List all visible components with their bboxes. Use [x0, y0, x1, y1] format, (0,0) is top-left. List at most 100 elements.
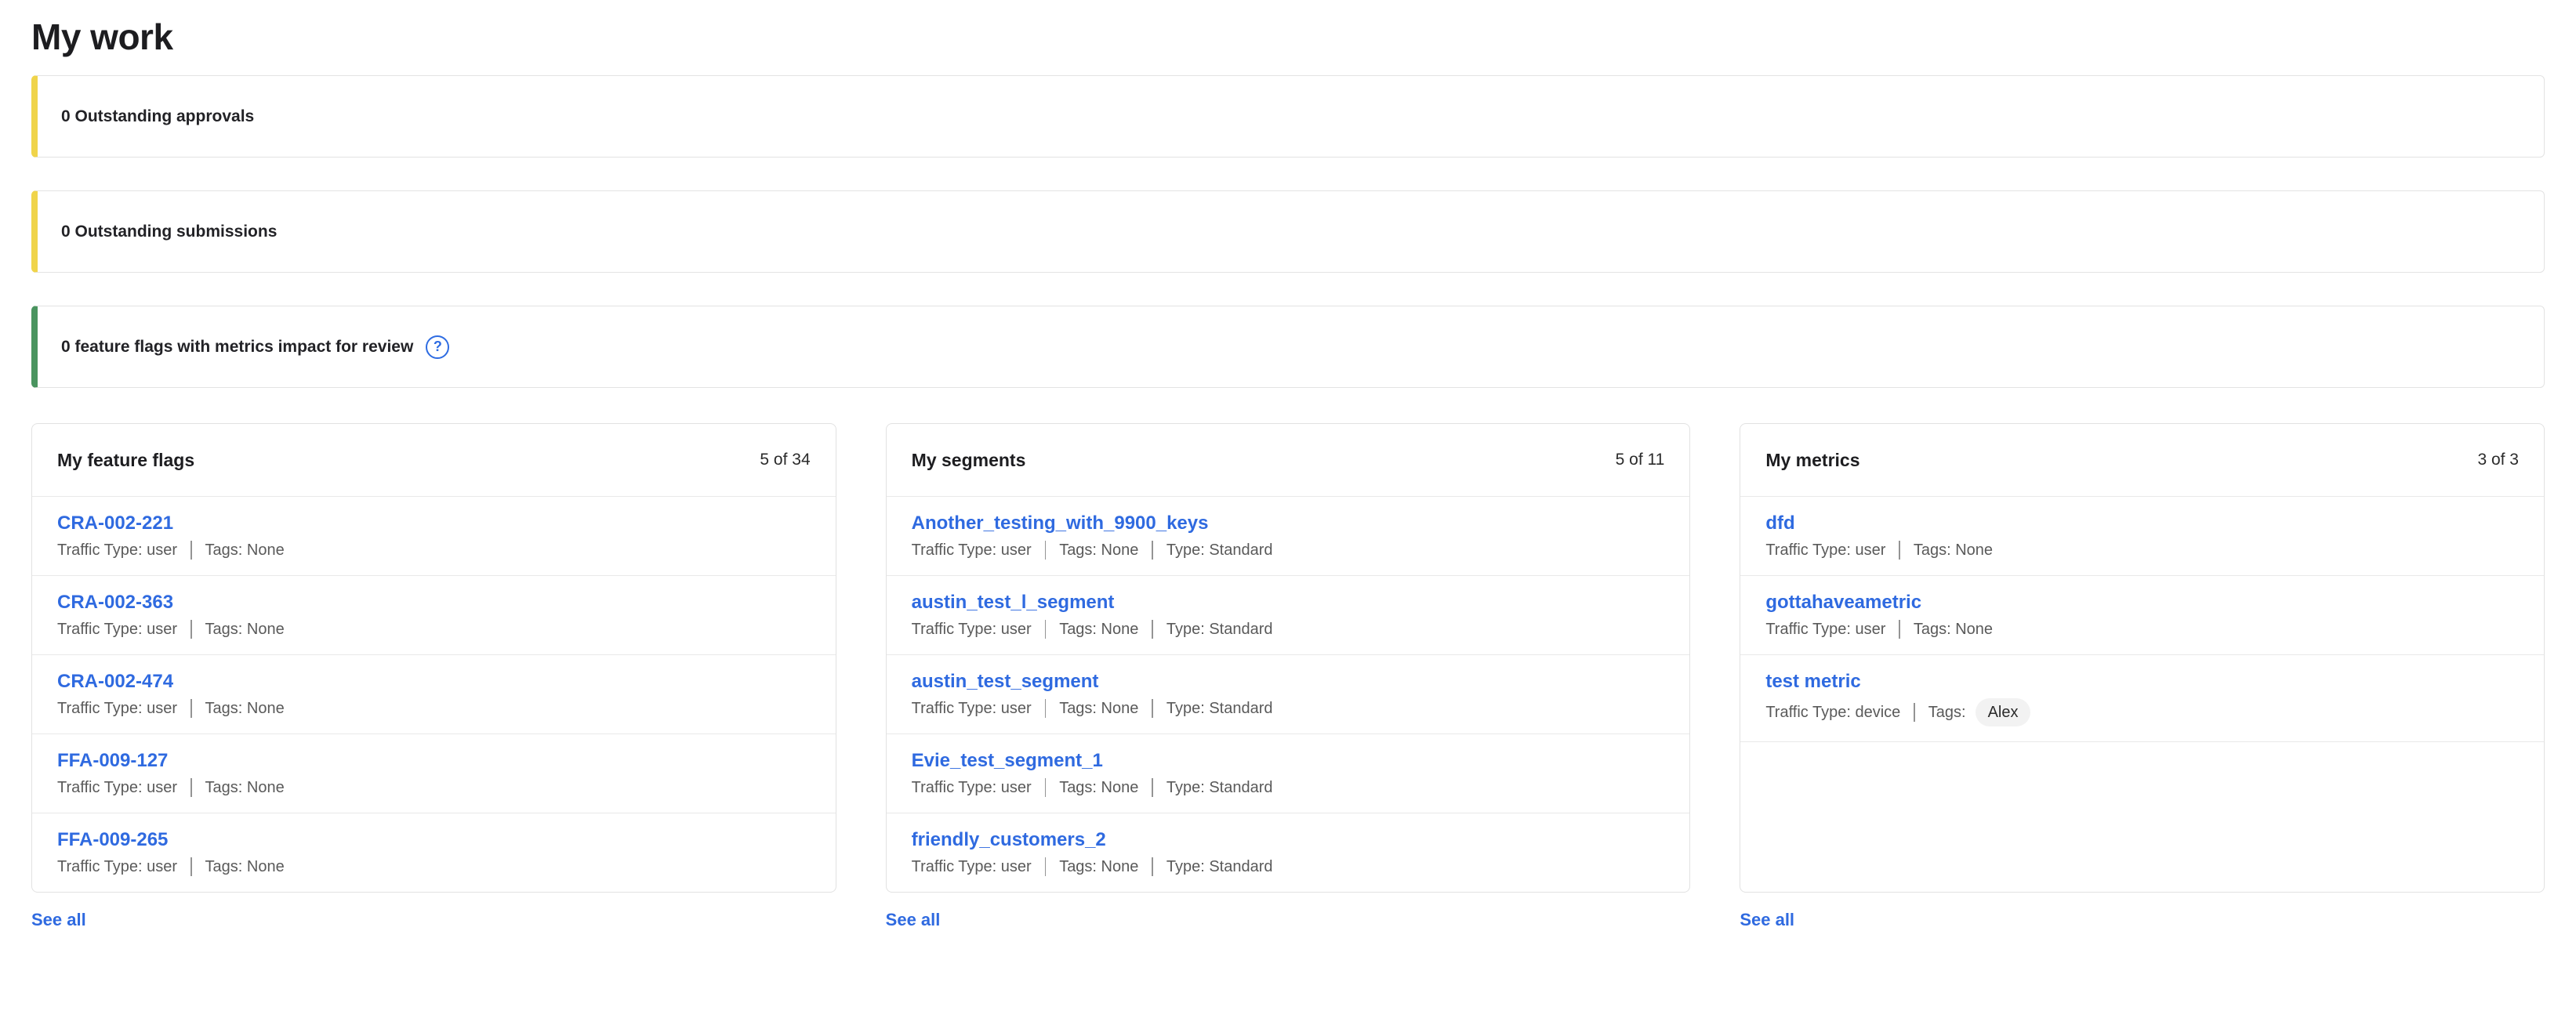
meta-tags-label: Tags:: [1928, 702, 1966, 723]
list-item: gottahaveametric Traffic Type: user Tags…: [1740, 575, 2544, 654]
item-meta: Traffic Type: user Tags: None Type: Stan…: [912, 619, 1665, 639]
meta-separator: [190, 857, 192, 876]
list-item: austin_test_segment Traffic Type: user T…: [887, 654, 1690, 734]
segments-see-all-link[interactable]: See all: [886, 910, 941, 930]
meta-separator: [1152, 857, 1153, 876]
submissions-alert-text: 0 Outstanding submissions: [61, 223, 277, 241]
approvals-alert-text: 0 Outstanding approvals: [61, 107, 254, 126]
item-meta: Traffic Type: user Tags: None Type: Stan…: [912, 698, 1665, 719]
meta-traffic-type: Traffic Type: user: [57, 540, 177, 560]
feature-flags-see-all-link[interactable]: See all: [31, 910, 86, 930]
feature-flags-column: My feature flags 5 of 34 CRA-002-221 Tra…: [31, 423, 836, 930]
meta-traffic-type: Traffic Type: user: [1765, 540, 1885, 560]
card-title: My segments: [912, 447, 1026, 473]
page-title: My work: [31, 13, 2545, 61]
meta-type: Type: Standard: [1166, 777, 1273, 798]
meta-tags: Tags: None: [1914, 619, 1993, 639]
item-meta: Traffic Type: user Tags: None: [57, 857, 811, 877]
meta-separator: [1045, 857, 1047, 876]
item-meta: Traffic Type: device Tags: Alex: [1765, 698, 2519, 726]
card-count: 5 of 11: [1616, 447, 1665, 473]
meta-traffic-type: Traffic Type: user: [57, 698, 177, 719]
meta-tags: Tags: None: [1059, 540, 1138, 560]
meta-traffic-type: Traffic Type: user: [57, 619, 177, 639]
list-item: CRA-002-363 Traffic Type: user Tags: Non…: [32, 575, 836, 654]
metrics-list: dfd Traffic Type: user Tags: None gottah…: [1740, 497, 2544, 742]
item-meta: Traffic Type: user Tags: None: [1765, 619, 2519, 639]
card-title: My feature flags: [57, 447, 194, 473]
segments-column: My segments 5 of 11 Another_testing_with…: [886, 423, 1691, 930]
feature-flag-link[interactable]: FFA-009-127: [57, 749, 168, 773]
metric-link[interactable]: gottahaveametric: [1765, 591, 1921, 614]
card-count: 3 of 3: [2477, 447, 2519, 473]
meta-separator: [1899, 541, 1900, 560]
flags-review-alert-text: 0 feature flags with metrics impact for …: [61, 338, 413, 357]
list-item: FFA-009-127 Traffic Type: user Tags: Non…: [32, 734, 836, 813]
meta-separator: [1152, 699, 1153, 718]
meta-tags: Tags: None: [1059, 777, 1138, 798]
segment-link[interactable]: austin_test_l_segment: [912, 591, 1115, 614]
feature-flags-list: CRA-002-221 Traffic Type: user Tags: Non…: [32, 497, 836, 892]
meta-type: Type: Standard: [1166, 619, 1273, 639]
list-item: austin_test_l_segment Traffic Type: user…: [887, 575, 1690, 654]
meta-separator: [190, 541, 192, 560]
meta-separator: [190, 620, 192, 639]
feature-flags-card: My feature flags 5 of 34 CRA-002-221 Tra…: [31, 423, 836, 893]
help-icon[interactable]: ?: [426, 335, 449, 359]
metrics-see-all-link[interactable]: See all: [1740, 910, 1794, 930]
feature-flag-link[interactable]: CRA-002-221: [57, 512, 173, 535]
meta-separator: [1045, 699, 1047, 718]
flags-review-alert: 0 feature flags with metrics impact for …: [31, 306, 2545, 388]
meta-separator: [1045, 778, 1047, 797]
item-meta: Traffic Type: user Tags: None Type: Stan…: [912, 540, 1665, 560]
metrics-card-header: My metrics 3 of 3: [1740, 424, 2544, 497]
feature-flag-link[interactable]: CRA-002-474: [57, 670, 173, 694]
item-meta: Traffic Type: user Tags: None: [57, 619, 811, 639]
segment-link[interactable]: austin_test_segment: [912, 670, 1099, 694]
list-item: FFA-009-265 Traffic Type: user Tags: Non…: [32, 813, 836, 892]
item-meta: Traffic Type: user Tags: None Type: Stan…: [912, 777, 1665, 798]
meta-type: Type: Standard: [1166, 540, 1273, 560]
feature-flag-link[interactable]: CRA-002-363: [57, 591, 173, 614]
meta-separator: [1045, 620, 1047, 639]
meta-traffic-type: Traffic Type: device: [1765, 702, 1900, 723]
meta-separator: [1045, 541, 1047, 560]
meta-traffic-type: Traffic Type: user: [912, 777, 1032, 798]
list-item: test metric Traffic Type: device Tags: A…: [1740, 654, 2544, 742]
meta-tags: Tags: None: [205, 540, 285, 560]
meta-traffic-type: Traffic Type: user: [912, 540, 1032, 560]
segments-list: Another_testing_with_9900_keys Traffic T…: [887, 497, 1690, 892]
item-meta: Traffic Type: user Tags: None Type: Stan…: [912, 857, 1665, 877]
meta-separator: [190, 699, 192, 718]
card-count: 5 of 34: [760, 447, 810, 473]
meta-tags: Tags: None: [205, 698, 285, 719]
meta-traffic-type: Traffic Type: user: [1765, 619, 1885, 639]
segments-card-header: My segments 5 of 11: [887, 424, 1690, 497]
meta-tags: Tags: None: [205, 777, 285, 798]
item-meta: Traffic Type: user Tags: None: [1765, 540, 2519, 560]
meta-tags: Tags: None: [1059, 698, 1138, 719]
meta-tags: Tags: None: [1059, 619, 1138, 639]
meta-traffic-type: Traffic Type: user: [912, 619, 1032, 639]
metrics-card: My metrics 3 of 3 dfd Traffic Type: user…: [1740, 423, 2545, 893]
segment-link[interactable]: Evie_test_segment_1: [912, 749, 1103, 773]
meta-tags: Tags: None: [205, 619, 285, 639]
tag-chip: Alex: [1976, 698, 2031, 726]
meta-tags: Tags: None: [1914, 540, 1993, 560]
list-item: CRA-002-474 Traffic Type: user Tags: Non…: [32, 654, 836, 734]
meta-tags: Tags: None: [205, 857, 285, 877]
feature-flag-link[interactable]: FFA-009-265: [57, 828, 168, 852]
cards-row: My feature flags 5 of 34 CRA-002-221 Tra…: [31, 423, 2545, 930]
list-item: friendly_customers_2 Traffic Type: user …: [887, 813, 1690, 892]
metric-link[interactable]: test metric: [1765, 670, 1860, 694]
metric-link[interactable]: dfd: [1765, 512, 1794, 535]
meta-traffic-type: Traffic Type: user: [912, 857, 1032, 877]
item-meta: Traffic Type: user Tags: None: [57, 698, 811, 719]
submissions-alert: 0 Outstanding submissions: [31, 190, 2545, 273]
meta-tags: Tags: None: [1059, 857, 1138, 877]
segment-link[interactable]: Another_testing_with_9900_keys: [912, 512, 1209, 535]
meta-type: Type: Standard: [1166, 857, 1273, 877]
meta-traffic-type: Traffic Type: user: [912, 698, 1032, 719]
segment-link[interactable]: friendly_customers_2: [912, 828, 1106, 852]
meta-separator: [1914, 703, 1915, 722]
